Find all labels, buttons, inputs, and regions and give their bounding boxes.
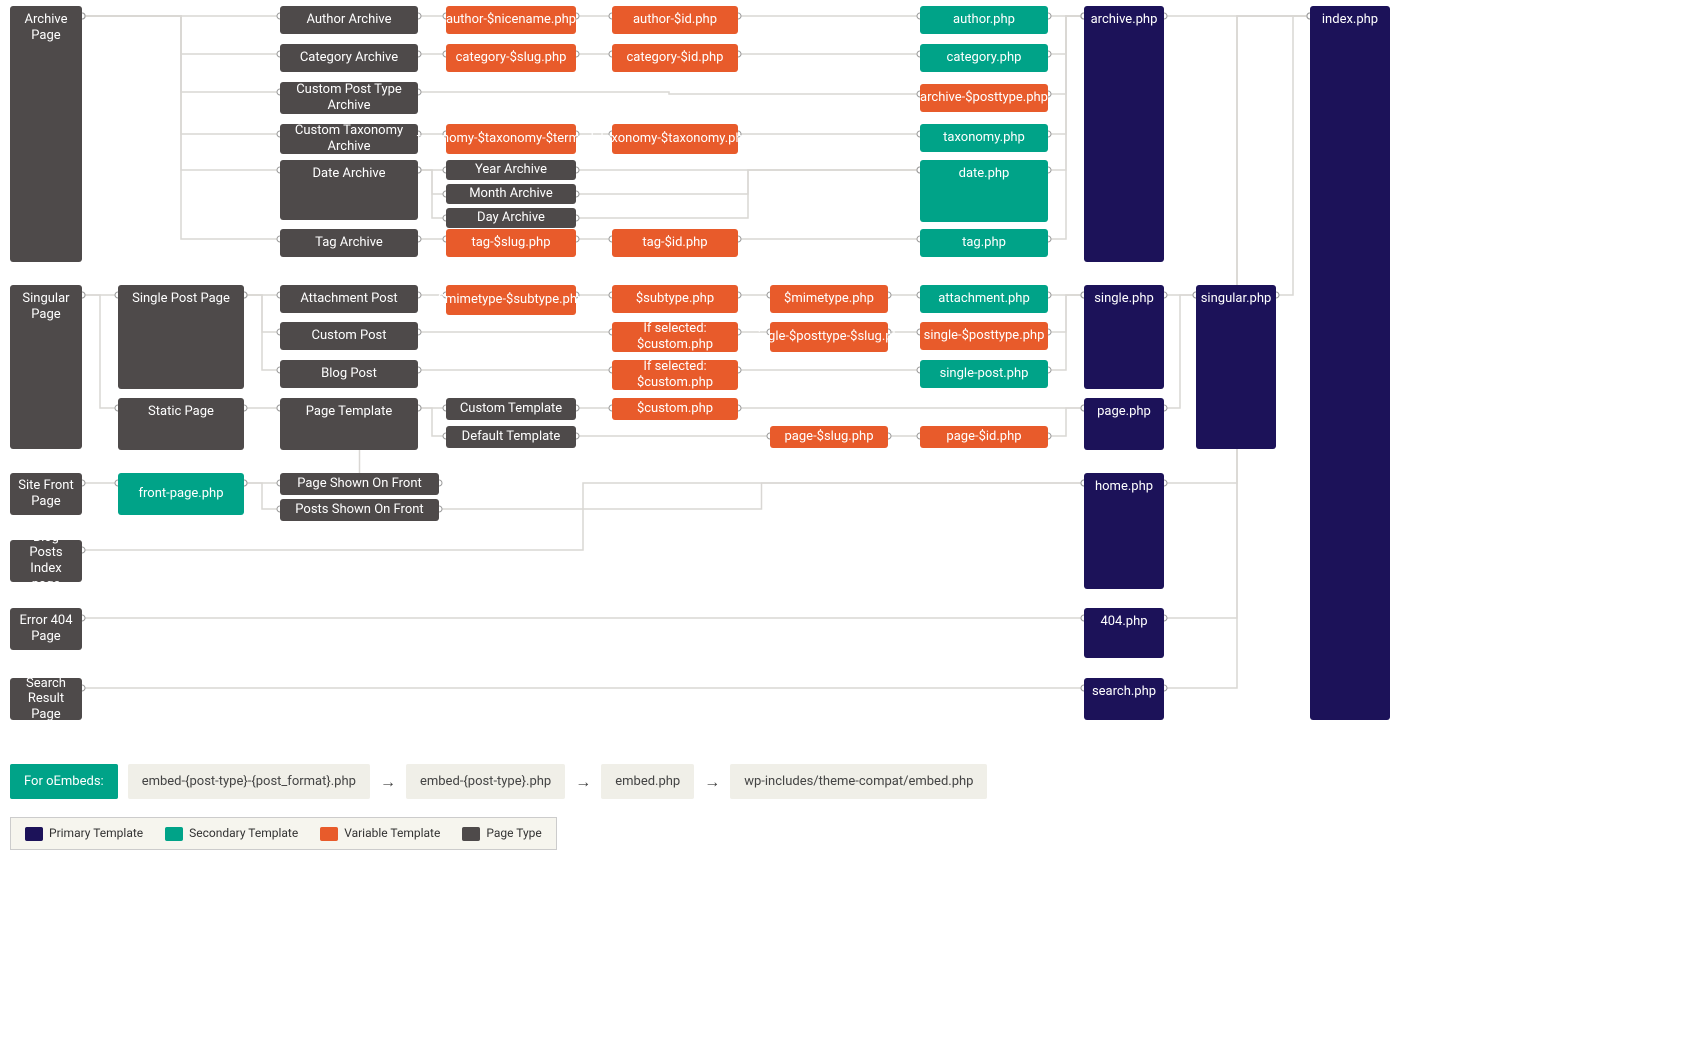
node-day-arch: Day Archive (446, 208, 576, 228)
node-attachment-post: Attachment Post (280, 285, 418, 313)
node-search-php: search.php (1084, 678, 1164, 720)
node-author-nice: author-$nicename.php (446, 6, 576, 34)
connector-layer (0, 0, 1685, 770)
node-archive-cpt: archive-$posttype.php (920, 84, 1048, 112)
oembed-label: For oEmbeds: (10, 764, 118, 799)
node-page-id: page-$id.php (920, 426, 1048, 448)
node-tag-id: tag-$id.php (612, 229, 738, 257)
legend-primary: Primary Template (25, 826, 143, 841)
node-cat-slug: category-$slug.php (446, 44, 576, 72)
node-year-arch: Year Archive (446, 160, 576, 180)
node-home-php: home.php (1084, 473, 1164, 589)
node-archive-php: archive.php (1084, 6, 1164, 262)
node-page-shown: Page Shown On Front (280, 473, 439, 495)
arrow-icon: → (704, 772, 720, 792)
node-cpt-archive: Custom Post Type Archive (280, 82, 418, 114)
node-page-template: Page Template (280, 398, 418, 450)
node-single-pt: single-$posttype.php (920, 322, 1048, 350)
node-custom-post: Custom Post (280, 322, 418, 350)
node-singular-page: Singular Page (10, 285, 82, 449)
node-single-post-php: single-post.php (920, 360, 1048, 388)
node-date-archive: Date Archive (280, 160, 418, 220)
node-blog-post: Blog Post (280, 360, 418, 388)
node-default-template: Default Template (446, 426, 576, 448)
node-404-php: 404.php (1084, 608, 1164, 658)
node-subtype: $subtype.php (612, 285, 738, 313)
node-archive-page: Archive Page (10, 6, 82, 262)
node-search-page: Search Result Page (10, 678, 82, 720)
node-tax-tax: taxonomy-$taxonomy.php (612, 124, 738, 154)
node-tax-php: taxonomy.php (920, 124, 1048, 152)
legend-secondary: Secondary Template (165, 826, 298, 841)
node-posts-shown: Posts Shown On Front (280, 499, 439, 521)
oembed-bar: For oEmbeds: embed-{post-type}-{post_for… (10, 764, 987, 799)
node-author-archive: Author Archive (280, 6, 418, 34)
node-page-php: page.php (1084, 398, 1164, 450)
node-custom-template: Custom Template (446, 398, 576, 420)
node-tag-slug: tag-$slug.php (446, 229, 576, 257)
node-if-sel-custom2: If selected: $custom.php (612, 360, 738, 390)
node-site-front: Site Front Page (10, 473, 82, 515)
arrow-icon: → (380, 772, 396, 792)
node-author-php: author.php (920, 6, 1048, 34)
node-page-slug: page-$slug.php (770, 426, 888, 448)
node-ctax-archive: Custom Taxonomy Archive (280, 124, 418, 154)
oembed-step-3: wp-includes/theme-compat/embed.php (730, 764, 987, 799)
node-cat-id: category-$id.php (612, 44, 738, 72)
legend: Primary Template Secondary Template Vari… (10, 817, 557, 850)
oembed-step-1: embed-{post-type}.php (406, 764, 565, 799)
node-blog-index: Blog Posts Index page (10, 540, 82, 582)
node-static-page: Static Page (118, 398, 244, 450)
node-category-archive: Category Archive (280, 44, 418, 72)
node-if-sel-custom: If selected: $custom.php (612, 322, 738, 352)
node-cat-php: category.php (920, 44, 1048, 72)
node-index-php: index.php (1310, 6, 1390, 720)
node-single-pt-slug: single-$posttype-$slug.php (770, 322, 888, 352)
node-single-post-page: Single Post Page (118, 285, 244, 389)
node-month-arch: Month Archive (446, 184, 576, 204)
node-author-id: author-$id.php (612, 6, 738, 34)
node-tax-term: taxonomy-$taxonomy-$term.php (446, 124, 576, 154)
node-singular-php: singular.php (1196, 285, 1276, 449)
node-attachment-php: attachment.php (920, 285, 1048, 313)
node-tag-archive: Tag Archive (280, 229, 418, 257)
node-date-php: date.php (920, 160, 1048, 222)
node-single-php: single.php (1084, 285, 1164, 389)
legend-variable: Variable Template (320, 826, 440, 841)
legend-pagetype: Page Type (462, 826, 541, 841)
oembed-step-0: embed-{post-type}-{post_format}.php (128, 764, 370, 799)
node-front-page-php: front-page.php (118, 473, 244, 515)
node-mimetype: $mimetype.php (770, 285, 888, 313)
node-mime-sub: $mimetype-$subtype.php (446, 285, 576, 315)
oembed-step-2: embed.php (601, 764, 694, 799)
node-tag-php: tag.php (920, 229, 1048, 257)
node-custom-php: $custom.php (612, 398, 738, 420)
arrow-icon: → (575, 772, 591, 792)
node-error-404: Error 404 Page (10, 608, 82, 650)
